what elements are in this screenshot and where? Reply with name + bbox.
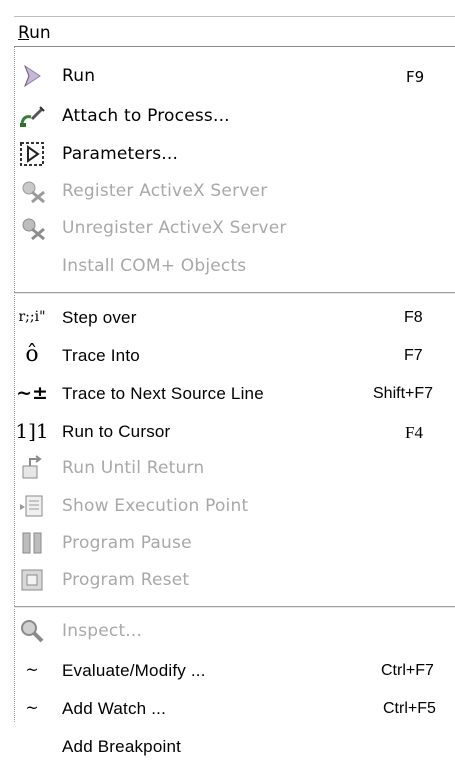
menu-item-attach-to-process[interactable]: Attach to Process...: [0, 98, 455, 134]
menu-item-shortcut: Shift+F7: [373, 385, 434, 402]
menu-item-label: Unregister ActiveX Server: [62, 218, 287, 238]
trace-next-line-glyph: ~±: [16, 381, 48, 404]
menu-item-label: Inspect...: [62, 621, 143, 641]
run-menu-mnemonic: R: [18, 23, 30, 43]
menu-bar: Run: [14, 16, 455, 47]
menu-item-label: Show Execution Point: [62, 496, 249, 516]
menu-item-program-reset: Program Reset: [0, 562, 455, 598]
menu-separator: [14, 606, 455, 608]
menu-item-install-com-objects: Install COM+ Objects: [0, 248, 455, 284]
attach-process-icon: [16, 101, 48, 131]
menu-item-shortcut: Ctrl+F7: [381, 662, 434, 679]
trace-into-glyph: ô: [25, 342, 39, 367]
run-to-cursor-icon: 1]1: [15, 416, 49, 446]
menu-item-run[interactable]: Run F9: [0, 58, 455, 94]
program-pause-icon: [16, 528, 48, 558]
run-menu-title-rest: un: [29, 23, 51, 43]
menu-title-divider: [14, 46, 455, 47]
menu-item-unregister-activex-server: Unregister ActiveX Server: [0, 210, 455, 246]
menu-item-add-breakpoint[interactable]: Add Breakpoint: [0, 728, 455, 764]
menu-item-label: Trace Into: [62, 346, 140, 365]
menu-item-shortcut: Ctrl+F5: [383, 700, 436, 717]
menu-item-evaluate-modify[interactable]: ~ Evaluate/Modify ... Ctrl+F7: [0, 652, 455, 688]
menu-item-label: Step over: [62, 308, 137, 327]
parameters-icon: [16, 139, 48, 169]
menu-item-register-activex-server: Register ActiveX Server: [0, 173, 455, 209]
menu-item-label: Add Watch ...: [62, 699, 167, 718]
run-arrow-icon: [16, 61, 48, 91]
step-over-icon: r;;i": [16, 302, 48, 332]
menu-item-shortcut: F8: [404, 309, 423, 326]
menu-item-add-watch[interactable]: ~ Add Watch ... Ctrl+F5: [0, 690, 455, 726]
step-over-glyph: r;;i": [18, 309, 46, 325]
menu-item-trace-to-next-source-line[interactable]: ~± Trace to Next Source Line Shift+F7: [0, 375, 455, 411]
menu-item-program-pause: Program Pause: [0, 525, 455, 561]
menu-item-label: Register ActiveX Server: [62, 181, 268, 201]
run-to-cursor-glyph: 1]1: [15, 419, 49, 443]
menu-item-run-to-cursor[interactable]: 1]1 Run to Cursor F4: [0, 413, 455, 449]
menu-item-label: Evaluate/Modify ...: [62, 661, 206, 680]
menu-item-step-over[interactable]: r;;i" Step over F8: [0, 299, 455, 335]
evaluate-glyph: ~: [25, 660, 39, 679]
menu-item-label: Trace to Next Source Line: [62, 384, 264, 403]
trace-next-line-icon: ~±: [16, 378, 48, 408]
run-menu-title[interactable]: Run: [18, 23, 51, 43]
menu-item-label: Parameters...: [62, 144, 179, 164]
menu-item-label: Run to Cursor: [62, 422, 171, 441]
menu-item-shortcut: F9: [406, 68, 425, 86]
add-watch-icon: ~: [16, 693, 48, 723]
menu-item-label: Install COM+ Objects: [62, 256, 247, 276]
show-execution-point-icon: [16, 491, 48, 521]
menu-item-label: Run: [62, 66, 96, 86]
menu-item-label: Program Reset: [62, 570, 190, 590]
evaluate-icon: ~: [16, 655, 48, 685]
menu-item-label: Program Pause: [62, 533, 192, 553]
menu-item-shortcut: F4: [405, 423, 423, 442]
menu-item-show-execution-point: Show Execution Point: [0, 488, 455, 524]
inspect-icon: [16, 616, 48, 646]
menu-item-run-until-return: Run Until Return: [0, 450, 455, 486]
menu-item-parameters[interactable]: Parameters...: [0, 136, 455, 172]
menu-item-label: Run Until Return: [62, 458, 205, 478]
menu-item-label: Attach to Process...: [62, 106, 230, 126]
trace-into-icon: ô: [16, 340, 48, 370]
menu-item-inspect: Inspect...: [0, 613, 455, 649]
register-activex-icon: [16, 176, 48, 206]
menu-item-label: Add Breakpoint: [62, 737, 182, 756]
program-reset-icon: [16, 565, 48, 595]
run-until-return-icon: [16, 453, 48, 483]
menu-separator: [14, 292, 455, 294]
unregister-activex-icon: [16, 213, 48, 243]
menu-item-shortcut: F7: [404, 347, 423, 364]
menu-item-trace-into[interactable]: ô Trace Into F7: [0, 337, 455, 373]
add-watch-glyph: ~: [25, 698, 39, 717]
